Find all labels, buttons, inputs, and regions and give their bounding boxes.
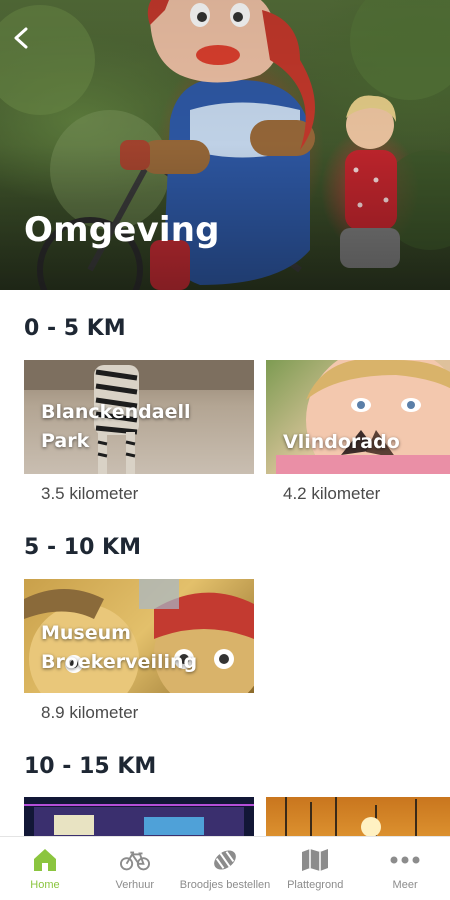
card-image: Vlindorado	[266, 360, 450, 474]
nav-item-verhuur[interactable]: Verhuur	[90, 837, 180, 900]
nav-item-broodjes-bestellen[interactable]: Broodjes bestellen	[179, 837, 271, 900]
card-title: Museum Broekerveiling	[41, 622, 198, 673]
card-image: Museum Broekerveiling	[24, 579, 254, 693]
bicycle-icon	[119, 847, 150, 873]
bread-icon	[210, 847, 240, 873]
poi-card-museum-broekerveiling[interactable]: Museum Broekerveiling 8.9 kilometer	[24, 579, 254, 723]
section-title-10-15: 10 - 15 KM	[24, 754, 157, 779]
card-title: Vlindorado	[283, 431, 400, 453]
nav-label: Meer	[392, 879, 418, 891]
poi-card-vlindorado[interactable]: Vlindorado 4.2 kilometer	[266, 360, 450, 504]
nav-label: Broodjes bestellen	[179, 879, 271, 891]
nav-item-meer[interactable]: Meer	[360, 837, 450, 900]
home-icon	[30, 847, 60, 873]
section-title-0-5: 0 - 5 KM	[24, 316, 126, 341]
nav-item-plattegrond[interactable]: Plattegrond	[270, 837, 360, 900]
card-title: Blanckendaell Park	[41, 401, 191, 452]
card-image	[266, 797, 450, 836]
more-icon	[390, 847, 420, 873]
back-arrow-icon	[14, 27, 28, 49]
bottom-nav: Home Verhuur Broodjes bestellen Plattegr…	[0, 836, 450, 900]
page-title: Omgeving	[24, 210, 220, 250]
card-distance: 8.9 kilometer	[41, 703, 139, 722]
back-button[interactable]	[6, 22, 38, 54]
nav-label: Plattegrond	[287, 879, 344, 891]
poi-card-10-15-first[interactable]	[24, 797, 254, 836]
poi-card-10-15-second[interactable]	[266, 797, 450, 836]
poi-card-blanckendaell[interactable]: Blanckendaell Park 3.5 kilometer	[24, 360, 254, 504]
content-list[interactable]: 0 - 5 KM Blanckendaell Park 3.5 kilomete…	[0, 290, 450, 836]
card-distance: 3.5 kilometer	[41, 484, 139, 503]
nav-label: Verhuur	[115, 879, 155, 891]
nav-item-home[interactable]: Home	[0, 837, 90, 900]
hero-banner: Omgeving	[0, 0, 450, 290]
night-building-photo	[24, 797, 254, 836]
card-image	[24, 797, 254, 836]
card-distance: 4.2 kilometer	[283, 484, 381, 503]
sunset-photo	[285, 797, 417, 836]
nav-label: Home	[30, 879, 60, 891]
section-title-5-10: 5 - 10 KM	[24, 535, 141, 560]
map-icon	[300, 847, 330, 873]
card-image: Blanckendaell Park	[24, 360, 254, 474]
